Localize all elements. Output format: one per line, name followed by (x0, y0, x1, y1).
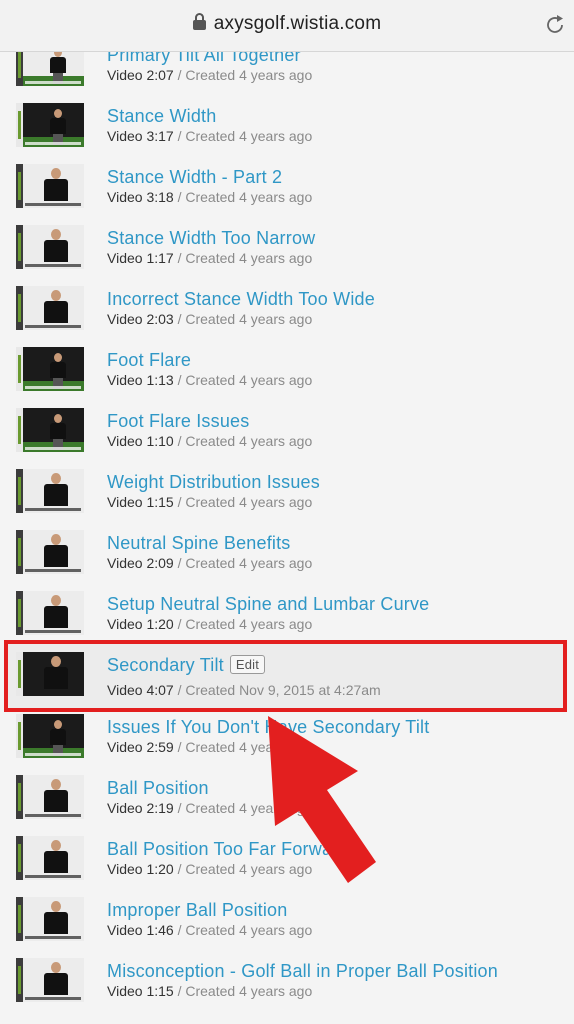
video-row[interactable]: Incorrect Stance Width Too Wide Video 2:… (0, 284, 574, 345)
video-duration: Video 1:17 (107, 250, 174, 266)
video-duration: Video 2:03 (107, 311, 174, 327)
video-meta: Video 1:17 / Created 4 years ago (107, 250, 312, 266)
video-row-selected[interactable]: Secondary Tilt Edit Video 4:07 / Created … (0, 650, 574, 711)
video-title-link[interactable]: Stance Width - Part 2 (107, 167, 282, 188)
video-created: / Created 4 years ago (173, 67, 313, 83)
video-created: / Created 4 years ago (173, 311, 313, 327)
video-row[interactable]: Foot Flare Video 1:13 / Created 4 years … (0, 345, 574, 406)
video-title-link[interactable]: Incorrect Stance Width Too Wide (107, 289, 375, 310)
video-thumbnail[interactable] (16, 225, 84, 269)
video-duration: Video 1:20 (107, 861, 174, 877)
video-row[interactable]: Ball Position Video 2:19 / Created 4 yea… (0, 773, 574, 834)
video-duration: Video 3:17 (107, 128, 174, 144)
video-created: / Created 4 years ago (173, 922, 313, 938)
reload-icon[interactable] (544, 14, 566, 36)
video-duration: Video 1:15 (107, 983, 174, 999)
video-thumbnail[interactable] (16, 714, 84, 758)
video-created: / Created 4 years ago (173, 128, 313, 144)
video-title-link[interactable]: Foot Flare Issues (107, 411, 249, 432)
video-meta: Video 1:20 / Created 4 years ago (107, 861, 312, 877)
video-duration: Video 2:09 (107, 555, 174, 571)
video-meta: Video 3:17 / Created 4 years ago (107, 128, 312, 144)
video-created: / Created 4 years ago (173, 616, 313, 632)
video-duration: Video 2:59 (107, 739, 174, 755)
video-meta: Video 1:15 / Created 4 years ago (107, 983, 312, 999)
browser-address-bar[interactable]: axysgolf.wistia.com (0, 0, 574, 52)
url-display[interactable]: axysgolf.wistia.com (0, 13, 574, 35)
video-meta: Video 2:59 / Created 4 years ago (107, 739, 312, 755)
video-duration: Video 1:20 (107, 616, 174, 632)
video-row[interactable]: Stance Width Video 3:17 / Created 4 year… (0, 101, 574, 162)
video-created: / Created 4 years ago (173, 372, 313, 388)
edit-button[interactable]: Edit (229, 655, 266, 674)
video-title-link[interactable]: Improper Ball Position (107, 900, 287, 921)
video-title-link[interactable]: Stance Width Too Narrow (107, 228, 315, 249)
video-row[interactable]: Stance Width Too Narrow Video 1:17 / Cre… (0, 223, 574, 284)
video-title-link[interactable]: Neutral Spine Benefits (107, 533, 291, 554)
video-thumbnail[interactable] (16, 164, 84, 208)
video-meta: Video 1:10 / Created 4 years ago (107, 433, 312, 449)
video-created: / Created 4 years ago (173, 250, 313, 266)
lock-icon (192, 13, 206, 30)
video-duration: Video 2:19 (107, 800, 174, 816)
video-title-link[interactable]: Setup Neutral Spine and Lumbar Curve (107, 594, 429, 615)
video-meta: Video 2:03 / Created 4 years ago (107, 311, 312, 327)
video-thumbnail[interactable] (16, 958, 84, 1002)
video-row[interactable]: Improper Ball Position Video 1:46 / Crea… (0, 895, 574, 956)
video-title-link[interactable]: Misconception - Golf Ball in Proper Ball… (107, 961, 498, 982)
video-duration: Video 3:18 (107, 189, 174, 205)
video-thumbnail[interactable] (16, 775, 84, 819)
video-thumbnail[interactable] (16, 347, 84, 391)
video-meta: Video 1:46 / Created 4 years ago (107, 922, 312, 938)
video-thumbnail[interactable] (16, 836, 84, 880)
video-title-link[interactable]: Issues If You Don't Have Secondary Tilt (107, 717, 429, 738)
video-duration: Video 1:15 (107, 494, 174, 510)
video-meta: Video 4:07 / Created Nov 9, 2015 at 4:27… (107, 682, 381, 698)
video-created: / Created 4 years ago (173, 433, 313, 449)
url-text[interactable]: axysgolf.wistia.com (214, 13, 381, 34)
video-row[interactable]: Stance Width - Part 2 Video 3:18 / Creat… (0, 162, 574, 223)
video-row[interactable]: Weight Distribution Issues Video 1:15 / … (0, 467, 574, 528)
video-meta: Video 1:20 / Created 4 years ago (107, 616, 312, 632)
video-meta: Video 3:18 / Created 4 years ago (107, 189, 312, 205)
video-created: / Created 4 years ago (173, 555, 313, 571)
video-thumbnail[interactable] (16, 652, 84, 696)
video-meta: Video 2:19 / Created 4 years ago (107, 800, 312, 816)
video-title-link[interactable]: Foot Flare (107, 350, 191, 371)
video-meta: Video 2:09 / Created 4 years ago (107, 555, 312, 571)
video-title-link[interactable]: Weight Distribution Issues (107, 472, 320, 493)
video-duration: Video 1:13 (107, 372, 174, 388)
video-title-link[interactable]: Secondary Tilt Edit (107, 655, 266, 676)
video-row[interactable]: Neutral Spine Benefits Video 2:09 / Crea… (0, 528, 574, 589)
video-thumbnail[interactable] (16, 103, 84, 147)
video-created: / Created 4 years ago (173, 739, 313, 755)
video-thumbnail[interactable] (16, 286, 84, 330)
video-created: / Created 4 years ago (173, 494, 313, 510)
video-row[interactable]: Ball Position Too Far Forward Video 1:20… (0, 834, 574, 895)
video-row[interactable]: Misconception - Golf Ball in Proper Ball… (0, 956, 574, 1017)
video-title-link[interactable]: Ball Position Too Far Forward (107, 839, 349, 860)
video-thumbnail[interactable] (16, 530, 84, 574)
video-created: / Created Nov 9, 2015 at 4:27am (173, 682, 381, 698)
video-row[interactable]: Issues If You Don't Have Secondary Tilt … (0, 712, 574, 773)
video-thumbnail[interactable] (16, 408, 84, 452)
video-meta: Video 1:13 / Created 4 years ago (107, 372, 312, 388)
video-row[interactable]: Foot Flare Issues Video 1:10 / Created 4… (0, 406, 574, 467)
video-duration: Video 2:07 (107, 67, 174, 83)
video-title-text[interactable]: Secondary Tilt (107, 655, 224, 675)
video-duration: Video 4:07 (107, 682, 174, 698)
video-duration: Video 1:10 (107, 433, 174, 449)
video-created: / Created 4 years ago (173, 861, 313, 877)
video-created: / Created 4 years ago (173, 983, 313, 999)
video-created: / Created 4 years ago (173, 189, 313, 205)
video-title-link[interactable]: Stance Width (107, 106, 216, 127)
video-title-link[interactable]: Ball Position (107, 778, 209, 799)
video-thumbnail[interactable] (16, 591, 84, 635)
video-meta: Video 2:07 / Created 4 years ago (107, 67, 312, 83)
video-duration: Video 1:46 (107, 922, 174, 938)
video-thumbnail[interactable] (16, 469, 84, 513)
video-thumbnail[interactable] (16, 897, 84, 941)
video-meta: Video 1:15 / Created 4 years ago (107, 494, 312, 510)
video-created: / Created 4 years ago (173, 800, 313, 816)
